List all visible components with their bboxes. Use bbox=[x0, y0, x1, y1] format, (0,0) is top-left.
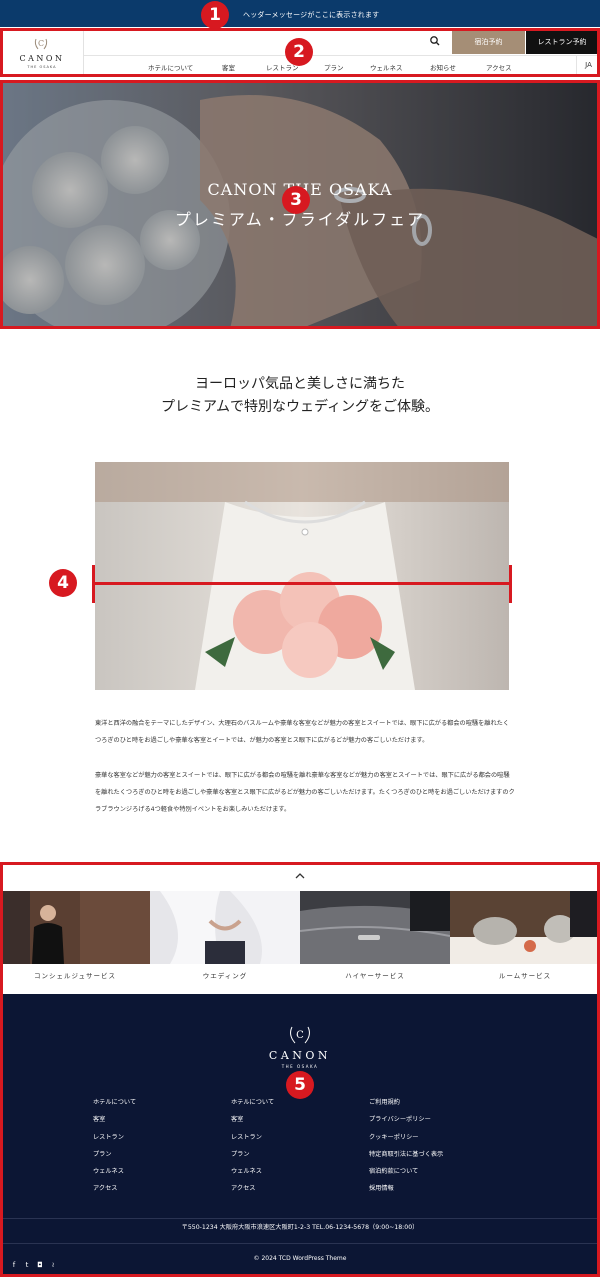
footer-divider bbox=[0, 1218, 600, 1219]
footer-link[interactable]: 採用情報 bbox=[369, 1180, 443, 1197]
annotation-badge-4: 4 bbox=[49, 569, 77, 597]
stay-reservation-button[interactable]: 宿泊予約 bbox=[452, 30, 525, 54]
restaurant-reservation-button[interactable]: レストラン予約 bbox=[526, 30, 598, 54]
site-logo[interactable]: C CANON THE OSAKA bbox=[0, 28, 84, 75]
logo-name: CANON bbox=[19, 54, 65, 63]
annotation-width-line bbox=[93, 582, 511, 585]
svg-text:C: C bbox=[296, 1030, 304, 1041]
header-message-text: ヘッダーメッセージがここに表示されます bbox=[243, 11, 380, 19]
footer-link[interactable]: ウェルネス bbox=[93, 1163, 136, 1180]
wedding-photo bbox=[95, 462, 509, 690]
footer-link[interactable]: ウェルネス bbox=[231, 1163, 274, 1180]
footer-link[interactable]: ホテルについて bbox=[93, 1094, 136, 1111]
footer-link[interactable]: アクセス bbox=[93, 1180, 136, 1197]
nav-item-rooms[interactable]: 客室 bbox=[222, 62, 235, 72]
chevron-up-icon[interactable] bbox=[290, 866, 310, 886]
concierge-photo bbox=[0, 891, 150, 964]
service-hire-image[interactable] bbox=[300, 891, 450, 964]
intro-headline: ヨーロッパ気品と美しさに満ちた プレミアムで特別なウェディングをご体験。 bbox=[0, 373, 600, 419]
footer-link[interactable]: プラン bbox=[231, 1146, 274, 1163]
footer-nav-column-3: ご利用規約 プライバシーポリシー クッキーポリシー 特定商取引法に基づく表示 宿… bbox=[369, 1094, 443, 1198]
intro-paragraph-2: 豪華な客室などが魅力の客室とスイートでは、眼下に広がる都会の喧騒を離れ豪華な客室… bbox=[95, 772, 515, 814]
footer-divider bbox=[0, 1243, 600, 1244]
hire-car-photo bbox=[300, 891, 450, 964]
service-room-image[interactable] bbox=[450, 891, 600, 964]
nav-item-plan[interactable]: プラン bbox=[324, 62, 344, 72]
service-label-hire[interactable]: ハイヤーサービス bbox=[300, 970, 450, 980]
crest-icon: C bbox=[290, 1026, 310, 1044]
nav-item-wellness[interactable]: ウェルネス bbox=[370, 62, 403, 72]
nav-item-about[interactable]: ホテルについて bbox=[148, 62, 193, 72]
footer-logo-sub: THE OSAKA bbox=[281, 1064, 319, 1069]
instagram-icon[interactable]: ◘ bbox=[36, 1261, 44, 1269]
footer-link[interactable]: 宿泊約款について bbox=[369, 1163, 443, 1180]
footer-link[interactable]: プラン bbox=[93, 1146, 136, 1163]
footer-logo-name: CANON bbox=[268, 1049, 332, 1062]
crest-icon: C bbox=[34, 38, 48, 50]
intro-headline-line2: プレミアムで特別なウェディングをご体験。 bbox=[160, 399, 440, 415]
bride-image bbox=[95, 462, 509, 690]
annotation-badge-1: 1 bbox=[201, 1, 229, 29]
annotation-width-left-tick bbox=[92, 565, 95, 603]
twitter-icon[interactable]: t bbox=[23, 1261, 31, 1269]
wedding-photo-thumb bbox=[150, 891, 300, 964]
intro-paragraph-1: 東洋と西洋の融合をテーマにしたデザイン、大理石のバスルームや豪華な客室などが魅力… bbox=[95, 720, 510, 745]
search-icon[interactable] bbox=[428, 34, 442, 48]
footer-link[interactable]: 特定商取引法に基づく表示 bbox=[369, 1146, 443, 1163]
annotation-width-right-tick bbox=[509, 565, 512, 603]
footer-link[interactable]: レストラン bbox=[93, 1129, 136, 1146]
footer-link[interactable]: 客室 bbox=[231, 1111, 274, 1128]
service-label-room[interactable]: ルームサービス bbox=[450, 970, 600, 980]
intro-headline-line1: ヨーロッパ気品と美しさに満ちた bbox=[195, 376, 405, 392]
copyright: © 2024 TCD WordPress Theme bbox=[253, 1255, 347, 1262]
svg-text:C: C bbox=[38, 39, 44, 48]
footer-nav-column-2: ホテルについて 客室 レストラン プラン ウェルネス アクセス bbox=[231, 1094, 274, 1198]
room-service-photo bbox=[450, 891, 600, 964]
annotation-badge-5: 5 bbox=[286, 1071, 314, 1099]
footer-link[interactable]: レストラン bbox=[231, 1129, 274, 1146]
footer-nav-column-1: ホテルについて 客室 レストラン プラン ウェルネス アクセス bbox=[93, 1094, 136, 1198]
footer-link[interactable]: ご利用規約 bbox=[369, 1094, 443, 1111]
language-switcher[interactable]: JA bbox=[576, 56, 600, 75]
header-message-bar: ヘッダーメッセージがここに表示されます bbox=[0, 0, 600, 27]
footer-link[interactable]: クッキーポリシー bbox=[369, 1129, 443, 1146]
facebook-icon[interactable]: f bbox=[10, 1261, 18, 1269]
footer-address: 〒550-1234 大阪府大阪市浪速区大阪町1-2-3 TEL.06-1234-… bbox=[181, 1224, 419, 1231]
service-label-wedding[interactable]: ウエディング bbox=[150, 970, 300, 980]
footer-link[interactable]: プライバシーポリシー bbox=[369, 1111, 443, 1128]
service-concierge-image[interactable] bbox=[0, 891, 150, 964]
service-wedding-image[interactable] bbox=[150, 891, 300, 964]
annotation-badge-3: 3 bbox=[282, 186, 310, 214]
site-footer: C CANON THE OSAKA ホテルについて 客室 レストラン プラン ウ… bbox=[0, 994, 600, 1277]
footer-link[interactable]: ホテルについて bbox=[231, 1094, 274, 1111]
nav-item-news[interactable]: お知らせ bbox=[430, 62, 456, 72]
footer-link[interactable]: 客室 bbox=[93, 1111, 136, 1128]
rss-icon[interactable]: ≀ bbox=[49, 1261, 57, 1269]
annotation-badge-2: 2 bbox=[285, 38, 313, 66]
nav-item-access[interactable]: アクセス bbox=[486, 62, 512, 72]
main-nav: ホテルについて 客室 レストラン プラン ウェルネス お知らせ アクセス bbox=[84, 56, 576, 75]
logo-sub: THE OSAKA bbox=[27, 65, 57, 69]
footer-link[interactable]: アクセス bbox=[231, 1180, 274, 1197]
service-label-concierge[interactable]: コンシェルジュサービス bbox=[0, 970, 150, 980]
